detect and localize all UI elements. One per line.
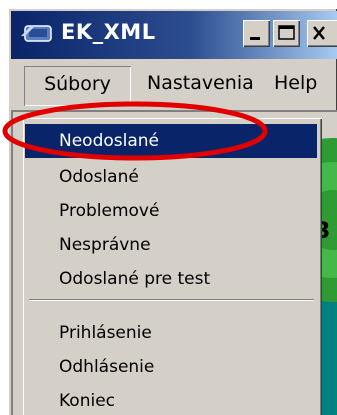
ek-app-icon xyxy=(21,25,52,42)
menu-item-label: Prihlásenie xyxy=(59,323,152,343)
subory-dropdown-menu: Neodoslané Odoslané Problemové Nesprávne… xyxy=(23,118,322,415)
maximize-button[interactable] xyxy=(273,20,300,47)
menu-item-odoslane-pre-test[interactable]: Odoslané pre test xyxy=(25,262,317,296)
close-icon xyxy=(313,26,325,40)
window-title: EK_XML xyxy=(61,20,156,44)
menu-nastavenia[interactable]: Nastavenia xyxy=(147,60,254,106)
menu-separator xyxy=(29,299,314,301)
menu-item-odhlasenie[interactable]: Odhlásenie xyxy=(25,350,317,384)
maximize-icon xyxy=(278,25,295,40)
menu-item-label: Nesprávne xyxy=(59,235,151,255)
menu-item-label: Odoslané xyxy=(59,167,139,187)
menu-item-neodoslane[interactable]: Neodoslané xyxy=(25,124,317,158)
menu-item-label: Koniec xyxy=(59,391,116,411)
close-button[interactable] xyxy=(307,20,337,47)
menu-item-nespravne[interactable]: Nesprávne xyxy=(25,228,317,262)
menu-item-label: Problemové xyxy=(59,201,160,221)
app-window: EK_XML Súbory Nastavenia Help 3 Neodosla… xyxy=(8,8,337,415)
menu-item-label: Odhlásenie xyxy=(59,357,155,377)
title-bar[interactable]: EK_XML xyxy=(11,11,337,59)
menu-bar: Súbory Nastavenia Help xyxy=(11,60,337,110)
minimize-button[interactable] xyxy=(243,20,270,47)
menu-help[interactable]: Help xyxy=(274,60,317,106)
menu-item-odoslane[interactable]: Odoslané xyxy=(25,160,317,194)
menu-item-label: Odoslané pre test xyxy=(59,269,211,289)
menu-item-problemove[interactable]: Problemové xyxy=(25,194,317,228)
menu-item-label: Neodoslané xyxy=(59,131,159,151)
menu-item-koniec[interactable]: Koniec xyxy=(25,384,317,415)
menu-subory[interactable]: Súbory xyxy=(24,66,131,106)
minimize-icon xyxy=(250,37,260,40)
menu-item-prihlasenie[interactable]: Prihlásenie xyxy=(25,316,317,350)
